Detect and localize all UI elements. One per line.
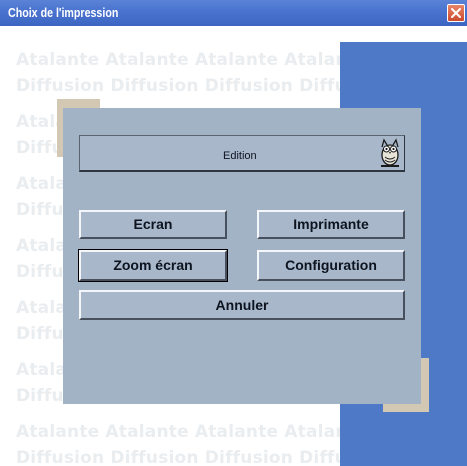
watermark-row: DiffusionDiffusionDiffusionDiffusion bbox=[16, 76, 394, 96]
owl-icon bbox=[381, 138, 399, 167]
watermark-word: Atalante bbox=[16, 50, 100, 70]
annuler-button[interactable]: Annuler bbox=[79, 290, 405, 320]
edition-label: Edition bbox=[223, 150, 257, 162]
title-bar[interactable]: Choix de l'impression bbox=[0, 0, 467, 26]
watermark-word: Atalante bbox=[105, 422, 189, 442]
watermark-word: Diffusion bbox=[110, 76, 199, 96]
watermark-word: Diffusion bbox=[16, 448, 105, 466]
watermark-word: Atalante bbox=[194, 422, 279, 442]
watermark-word: Diffusion bbox=[204, 76, 294, 96]
watermark-word: Diffusion bbox=[110, 448, 199, 466]
close-button[interactable] bbox=[447, 4, 465, 22]
edition-panel: Edition bbox=[79, 135, 405, 172]
watermark-word: Atalante bbox=[194, 50, 279, 70]
watermark-word: Diffusion bbox=[204, 448, 294, 466]
watermark-row: AtalanteAtalanteAtalanteAtalante bbox=[16, 422, 374, 442]
window-title: Choix de l'impression bbox=[8, 5, 119, 20]
watermark-row: AtalanteAtalanteAtalanteAtalante bbox=[16, 50, 374, 70]
imprimante-button[interactable]: Imprimante bbox=[257, 210, 405, 239]
ecran-button[interactable]: Ecran bbox=[79, 210, 227, 239]
watermark-word: Diffusion bbox=[16, 76, 105, 96]
watermark-word: Atalante bbox=[16, 422, 100, 442]
configuration-button[interactable]: Configuration bbox=[257, 250, 405, 281]
zoom-ecran-button[interactable]: Zoom écran bbox=[78, 249, 228, 282]
watermark-word: Atalante bbox=[105, 50, 189, 70]
close-icon bbox=[451, 8, 461, 18]
watermark-row: DiffusionDiffusionDiffusionDiffusion bbox=[16, 448, 394, 466]
window-client-area: Atalante Atalante Atalante Atalante Diffusio… bbox=[0, 26, 467, 466]
